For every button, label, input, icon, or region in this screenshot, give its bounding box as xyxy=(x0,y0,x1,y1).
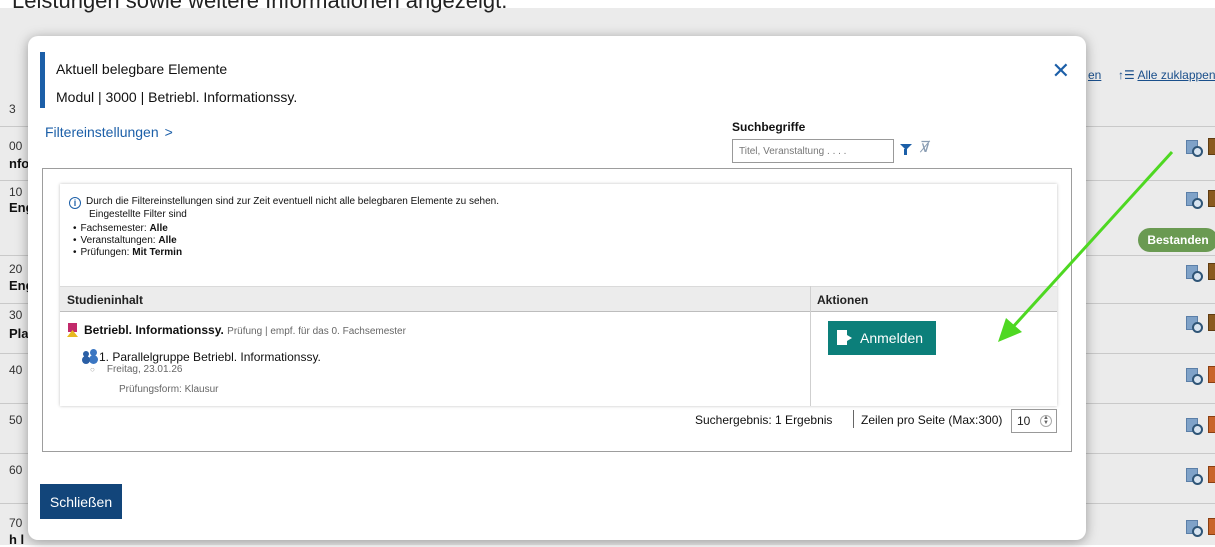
bg-row-number: 50 xyxy=(9,413,23,427)
bg-row-number: 3 xyxy=(9,102,16,116)
column-divider xyxy=(810,286,811,406)
document-search-icon[interactable] xyxy=(1186,468,1203,485)
info-text: Durch die Filtereinstellungen sind zur Z… xyxy=(86,196,500,207)
door-icon[interactable] xyxy=(1208,263,1215,280)
document-search-icon[interactable] xyxy=(1186,192,1203,209)
bg-row-number: 60 xyxy=(9,463,23,477)
background-link-partial[interactable]: en xyxy=(1088,68,1101,82)
filter-list: Fachsemester: Alle Veranstaltungen: Alle… xyxy=(69,223,499,259)
table-header: Studieninhalt Aktionen xyxy=(60,286,1057,312)
bullet-circle-icon: ○ xyxy=(90,365,95,374)
group-icon xyxy=(82,349,98,361)
results-container: i Durch die Filtereinstellungen sind zur … xyxy=(42,168,1072,452)
footer-separator xyxy=(853,410,854,428)
register-button[interactable]: Anmelden xyxy=(828,321,936,355)
bg-row-label: Pla xyxy=(9,326,29,341)
rows-per-page-label: Zeilen pro Seite (Max:300) xyxy=(861,413,1003,427)
collapse-all-link[interactable]: Alle zuklappen xyxy=(1137,68,1215,82)
search-label: Suchbegriffe xyxy=(732,120,806,134)
spinner-arrows-icon[interactable]: ▲ ▼ xyxy=(1040,415,1052,427)
bg-row-number: 10 xyxy=(9,185,23,199)
results-panel: i Durch die Filtereinstellungen sind zur … xyxy=(60,184,1057,406)
parallel-group-title: 1. Parallelgruppe Betriebl. Informations… xyxy=(99,350,321,364)
filter-icon[interactable] xyxy=(900,144,912,155)
bg-row-number: 30 xyxy=(9,308,23,322)
document-search-icon[interactable] xyxy=(1186,368,1203,385)
rows-per-page-stepper[interactable]: 10 ▲ ▼ xyxy=(1011,409,1057,433)
document-search-icon[interactable] xyxy=(1186,520,1203,537)
bg-row-actions xyxy=(1186,190,1215,210)
bg-row-actions xyxy=(1186,466,1215,486)
title-accent-bar xyxy=(40,52,45,108)
document-search-icon[interactable] xyxy=(1186,265,1203,282)
modal-dialog: Aktuell belegbare Elemente Modul | 3000 … xyxy=(28,36,1086,540)
filter-item: Veranstaltungen: Alle xyxy=(73,235,499,247)
course-title: Betriebl. Informationssy. xyxy=(84,323,224,337)
chevron-right-icon: > xyxy=(164,124,173,140)
filter-item: Fachsemester: Alle xyxy=(73,223,499,235)
bg-row-number: 70 xyxy=(9,516,23,530)
enter-door-icon xyxy=(837,330,852,345)
clear-filter-icon[interactable]: ⊽̸ xyxy=(920,138,931,156)
filter-settings-link[interactable]: Filtereinstellungen > xyxy=(45,124,173,140)
info-icon: i xyxy=(69,197,81,209)
document-search-icon[interactable] xyxy=(1186,418,1203,435)
close-button[interactable]: Schließen xyxy=(40,484,122,519)
column-header-actions: Aktionen xyxy=(817,293,869,307)
date-line: ○ Freitag, 23.01.26 xyxy=(90,364,182,375)
background-top-links: en ↑☰ Alle zuklappen xyxy=(1088,68,1215,82)
bg-row-actions xyxy=(1186,366,1215,386)
exam-icon xyxy=(67,323,78,337)
column-header-content: Studieninhalt xyxy=(67,293,143,307)
bg-row-number: 00 xyxy=(9,139,23,153)
filter-settings-label: Filtereinstellungen xyxy=(45,124,159,140)
bg-row-actions xyxy=(1186,314,1215,334)
bg-row-number: 40 xyxy=(9,363,23,377)
document-search-icon[interactable] xyxy=(1186,140,1203,157)
course-meta: Prüfung | empf. für das 0. Fachsemester xyxy=(227,326,406,337)
bg-row-number: 20 xyxy=(9,262,23,276)
filter-info: i Durch die Filtereinstellungen sind zur … xyxy=(69,196,499,259)
bg-row-actions xyxy=(1186,138,1215,158)
door-icon[interactable] xyxy=(1208,314,1215,331)
exam-door-icon[interactable] xyxy=(1208,416,1215,433)
exam-form: Prüfungsform: Klausur xyxy=(119,384,219,395)
search-result-count: Suchergebnis: 1 Ergebnis xyxy=(695,413,833,427)
bg-row-actions xyxy=(1186,416,1215,436)
caption-text: Leistungen sowie weitere Informationen a… xyxy=(12,0,508,13)
status-badge: Bestanden xyxy=(1138,228,1215,252)
modal-title: Aktuell belegbare Elemente xyxy=(56,61,228,77)
bg-row-actions xyxy=(1186,263,1215,283)
bg-row-label: nfo xyxy=(9,156,30,171)
exam-door-icon[interactable] xyxy=(1208,466,1215,483)
info-subtext: Eingestellte Filter sind xyxy=(89,209,187,220)
bg-row-actions xyxy=(1186,518,1215,538)
filter-item: Prüfungen: Mit Termin xyxy=(73,247,499,259)
table-row-title: Betriebl. Informationssy. Prüfung | empf… xyxy=(84,323,406,337)
rows-per-page-value: 10 xyxy=(1017,414,1031,428)
door-icon[interactable] xyxy=(1208,138,1215,155)
exam-date: Freitag, 23.01.26 xyxy=(106,364,183,375)
register-label: Anmelden xyxy=(860,330,924,346)
search-input[interactable] xyxy=(732,139,894,163)
exam-door-icon[interactable] xyxy=(1208,518,1215,535)
document-search-icon[interactable] xyxy=(1186,316,1203,333)
exam-door-icon[interactable] xyxy=(1208,366,1215,383)
door-icon[interactable] xyxy=(1208,190,1215,207)
close-icon[interactable]: ✕ xyxy=(1052,60,1070,82)
modal-subtitle: Modul | 3000 | Betriebl. Informationssy. xyxy=(56,89,298,105)
collapse-icon: ↑☰ xyxy=(1118,68,1135,82)
